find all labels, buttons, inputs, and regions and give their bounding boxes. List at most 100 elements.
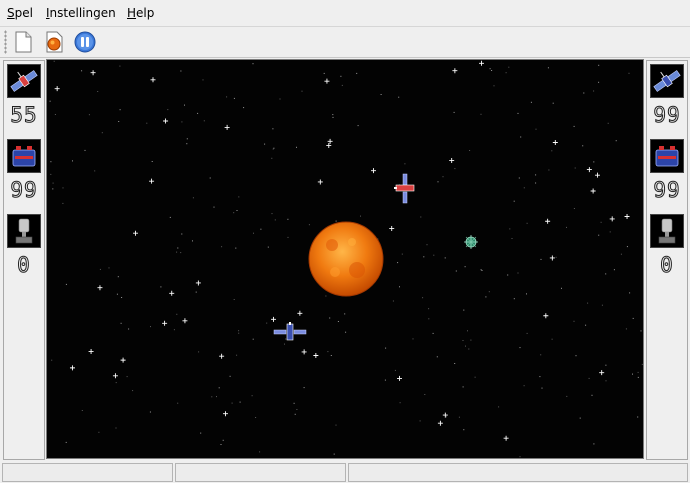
star: [598, 234, 600, 236]
star: [530, 101, 532, 103]
star: [412, 338, 414, 340]
bright-star: [133, 230, 139, 236]
star: [626, 246, 628, 248]
star: [296, 146, 297, 148]
bright-star: [162, 320, 168, 326]
star: [272, 128, 274, 130]
star: [267, 246, 269, 248]
player-2-shield-value: 99: [653, 178, 681, 203]
star: [52, 182, 54, 184]
bright-star: [297, 310, 303, 316]
star: [50, 173, 52, 175]
menu-help[interactable]: Help: [127, 6, 154, 20]
toolbar: [0, 27, 690, 57]
new-game-button[interactable]: [10, 29, 36, 55]
star: [582, 145, 584, 147]
toggle-sun-button[interactable]: [41, 29, 67, 55]
star: [238, 332, 240, 334]
toolbar-grip[interactable]: [4, 30, 7, 54]
trophy-icon: [658, 218, 676, 244]
star: [99, 268, 101, 270]
star: [325, 295, 327, 297]
pause-button[interactable]: [72, 29, 98, 55]
star: [192, 240, 193, 242]
star: [593, 443, 595, 445]
star: [433, 254, 435, 256]
star: [222, 439, 224, 441]
star: [609, 231, 611, 233]
star: [526, 332, 528, 334]
star: [480, 113, 482, 115]
star: [519, 456, 521, 458]
star: [117, 276, 119, 278]
star: [235, 247, 237, 249]
star: [233, 212, 235, 214]
star: [229, 375, 231, 377]
star: [517, 112, 519, 114]
star: [221, 246, 223, 248]
bright-star: [397, 375, 403, 381]
star: [463, 309, 465, 311]
star: [209, 177, 211, 179]
star: [420, 216, 422, 218]
star: [303, 387, 305, 389]
star: [108, 267, 110, 269]
game-arena[interactable]: [46, 59, 644, 459]
bright-star: [624, 213, 630, 219]
star: [213, 206, 215, 208]
battery-icon: [655, 146, 679, 167]
star: [236, 354, 238, 356]
trophy-icon: [15, 218, 33, 244]
star: [53, 60, 55, 62]
star: [149, 411, 151, 413]
star: [180, 70, 182, 72]
star: [637, 416, 639, 418]
star: [81, 410, 83, 411]
player-1-energy-value: 55: [10, 103, 38, 128]
bright-star: [449, 157, 455, 163]
star: [198, 351, 200, 353]
star: [394, 369, 396, 371]
star: [523, 187, 525, 189]
star: [551, 150, 553, 152]
player-1-panel: 55 99 0: [3, 60, 45, 460]
star: [335, 220, 337, 222]
bright-star: [88, 348, 94, 354]
menu-spel[interactable]: Spel: [7, 6, 33, 20]
star: [341, 84, 343, 86]
bright-star: [437, 420, 443, 426]
star: [465, 345, 466, 347]
star: [177, 247, 179, 249]
menu-instellingen[interactable]: Instellingen: [46, 6, 116, 20]
star: [72, 160, 73, 162]
star: [151, 161, 153, 162]
star: [332, 114, 334, 116]
star: [132, 390, 134, 392]
star: [216, 396, 217, 398]
star: [615, 140, 617, 142]
bright-star: [150, 77, 156, 83]
star: [287, 236, 289, 238]
star: [62, 187, 64, 189]
star: [463, 429, 465, 431]
star: [243, 107, 245, 109]
star: [284, 343, 285, 345]
star: [344, 313, 346, 315]
star: [128, 328, 130, 330]
star: [330, 355, 332, 356]
bright-star: [219, 353, 225, 359]
bright-star: [503, 435, 509, 441]
star: [176, 313, 178, 315]
star: [470, 339, 472, 341]
star: [474, 376, 476, 378]
star: [285, 338, 287, 340]
star: [632, 317, 634, 319]
star: [587, 302, 589, 304]
player-1-wins-box: [7, 214, 41, 248]
star: [160, 286, 162, 288]
star: [520, 136, 522, 138]
star: [508, 66, 510, 68]
star: [540, 354, 542, 356]
star: [432, 332, 434, 334]
bright-star: [317, 179, 323, 185]
